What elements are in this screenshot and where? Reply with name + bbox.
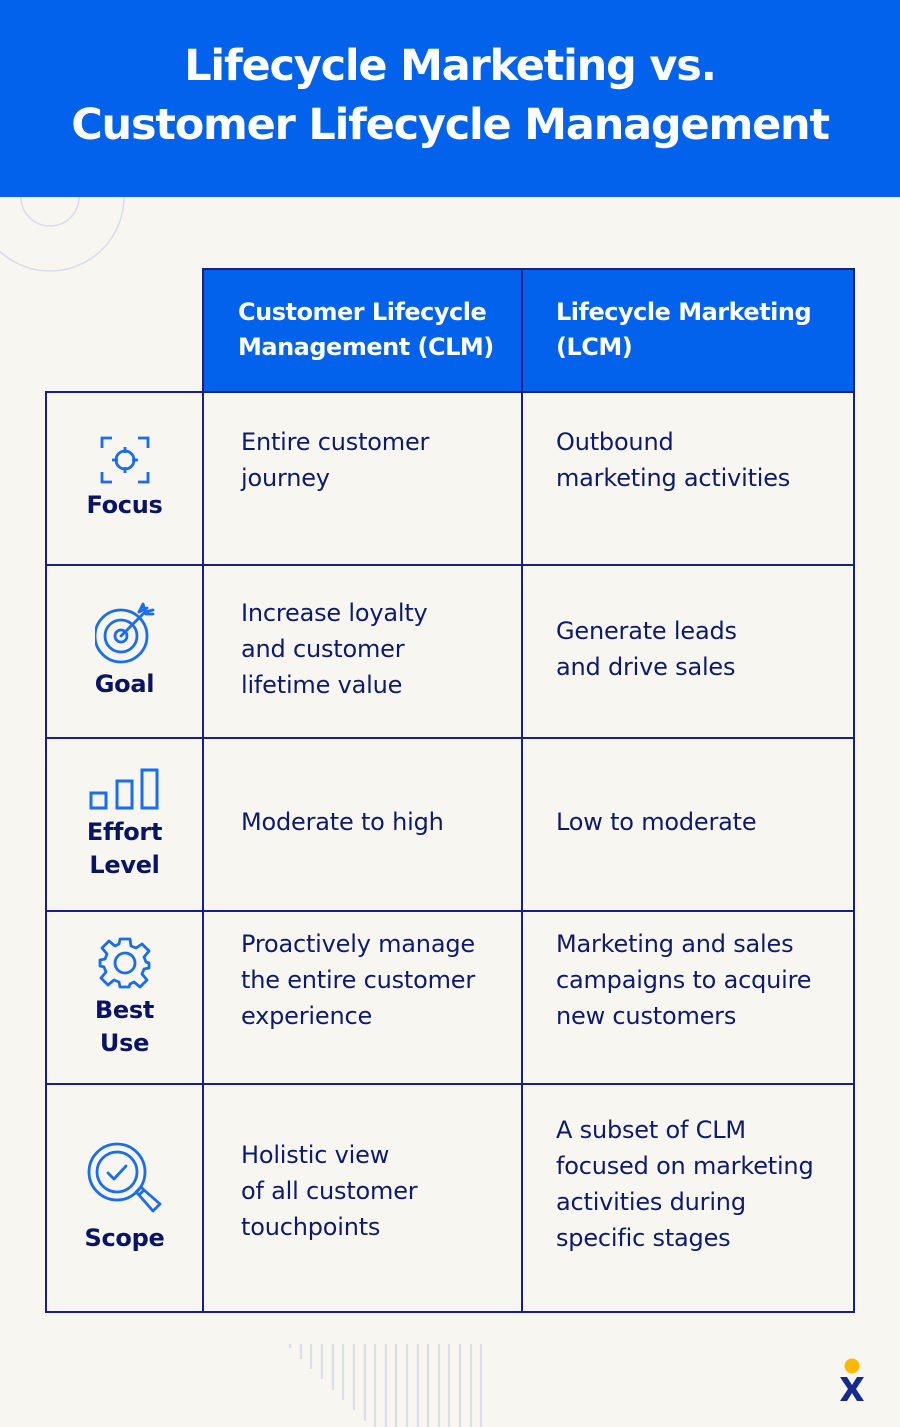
decorative-lines bbox=[288, 1344, 483, 1427]
clm-cell: Increase loyalty and customer lifetime v… bbox=[202, 566, 523, 739]
clm-cell: Moderate to high bbox=[202, 739, 523, 912]
lcm-cell: Marketing and sales campaigns to acquire… bbox=[521, 912, 855, 1085]
page-title: Lifecycle Marketing vs. Customer Lifecyc… bbox=[71, 37, 830, 155]
clm-cell: Proactively manage the entire customer e… bbox=[202, 912, 523, 1085]
row-label-cell: Scope bbox=[45, 1085, 204, 1313]
table-row-effort-level: Effort Level Moderate to high Low to mod… bbox=[45, 739, 855, 912]
bar-chart-icon bbox=[89, 768, 158, 809]
row-label: Focus bbox=[86, 491, 163, 519]
row-label-cell: Focus bbox=[45, 391, 204, 566]
row-label: Best Use bbox=[94, 995, 155, 1057]
lcm-cell: Low to moderate bbox=[521, 739, 855, 912]
goal-bullseye-icon bbox=[94, 602, 154, 664]
row-label: Goal bbox=[94, 670, 155, 698]
row-label-cell: Best Use bbox=[45, 912, 204, 1085]
row-label: Scope bbox=[84, 1223, 165, 1252]
column-header-clm: Customer Lifecycle Management (CLM) bbox=[202, 268, 523, 393]
column-header-lcm: Lifecycle Marketing (LCM) bbox=[521, 268, 855, 393]
title-line-2: Customer Lifecycle Management bbox=[71, 99, 830, 150]
gear-icon bbox=[98, 937, 150, 988]
table-row-goal: Goal Increase loyalty and customer lifet… bbox=[45, 566, 855, 739]
brand-logo-x-icon bbox=[840, 1358, 864, 1401]
lcm-cell: A subset of CLM focused on marketing act… bbox=[521, 1085, 855, 1313]
lcm-cell: Generate leads and drive sales bbox=[521, 566, 855, 739]
title-line-1: Lifecycle Marketing vs. bbox=[184, 40, 717, 91]
lcm-cell: Outbound marketing activities bbox=[521, 391, 855, 566]
clm-cell: Holistic view of all customer touchpoint… bbox=[202, 1085, 523, 1313]
title-banner: Lifecycle Marketing vs. Customer Lifecyc… bbox=[0, 0, 900, 197]
row-label-cell: Effort Level bbox=[45, 739, 204, 912]
table-row-focus: Focus Entire customer journey Outbound m… bbox=[45, 391, 855, 566]
focus-target-icon bbox=[100, 436, 149, 484]
magnifier-check-icon bbox=[87, 1142, 161, 1212]
comparison-table: Customer Lifecycle Management (CLM) Life… bbox=[45, 268, 855, 1313]
table-row-best-use: Best Use Proactively manage the entire c… bbox=[45, 912, 855, 1085]
clm-cell: Entire customer journey bbox=[202, 391, 523, 566]
table-row-scope: Scope Holistic view of all customer touc… bbox=[45, 1085, 855, 1313]
row-label: Effort Level bbox=[86, 817, 163, 879]
row-label-cell: Goal bbox=[45, 566, 204, 739]
